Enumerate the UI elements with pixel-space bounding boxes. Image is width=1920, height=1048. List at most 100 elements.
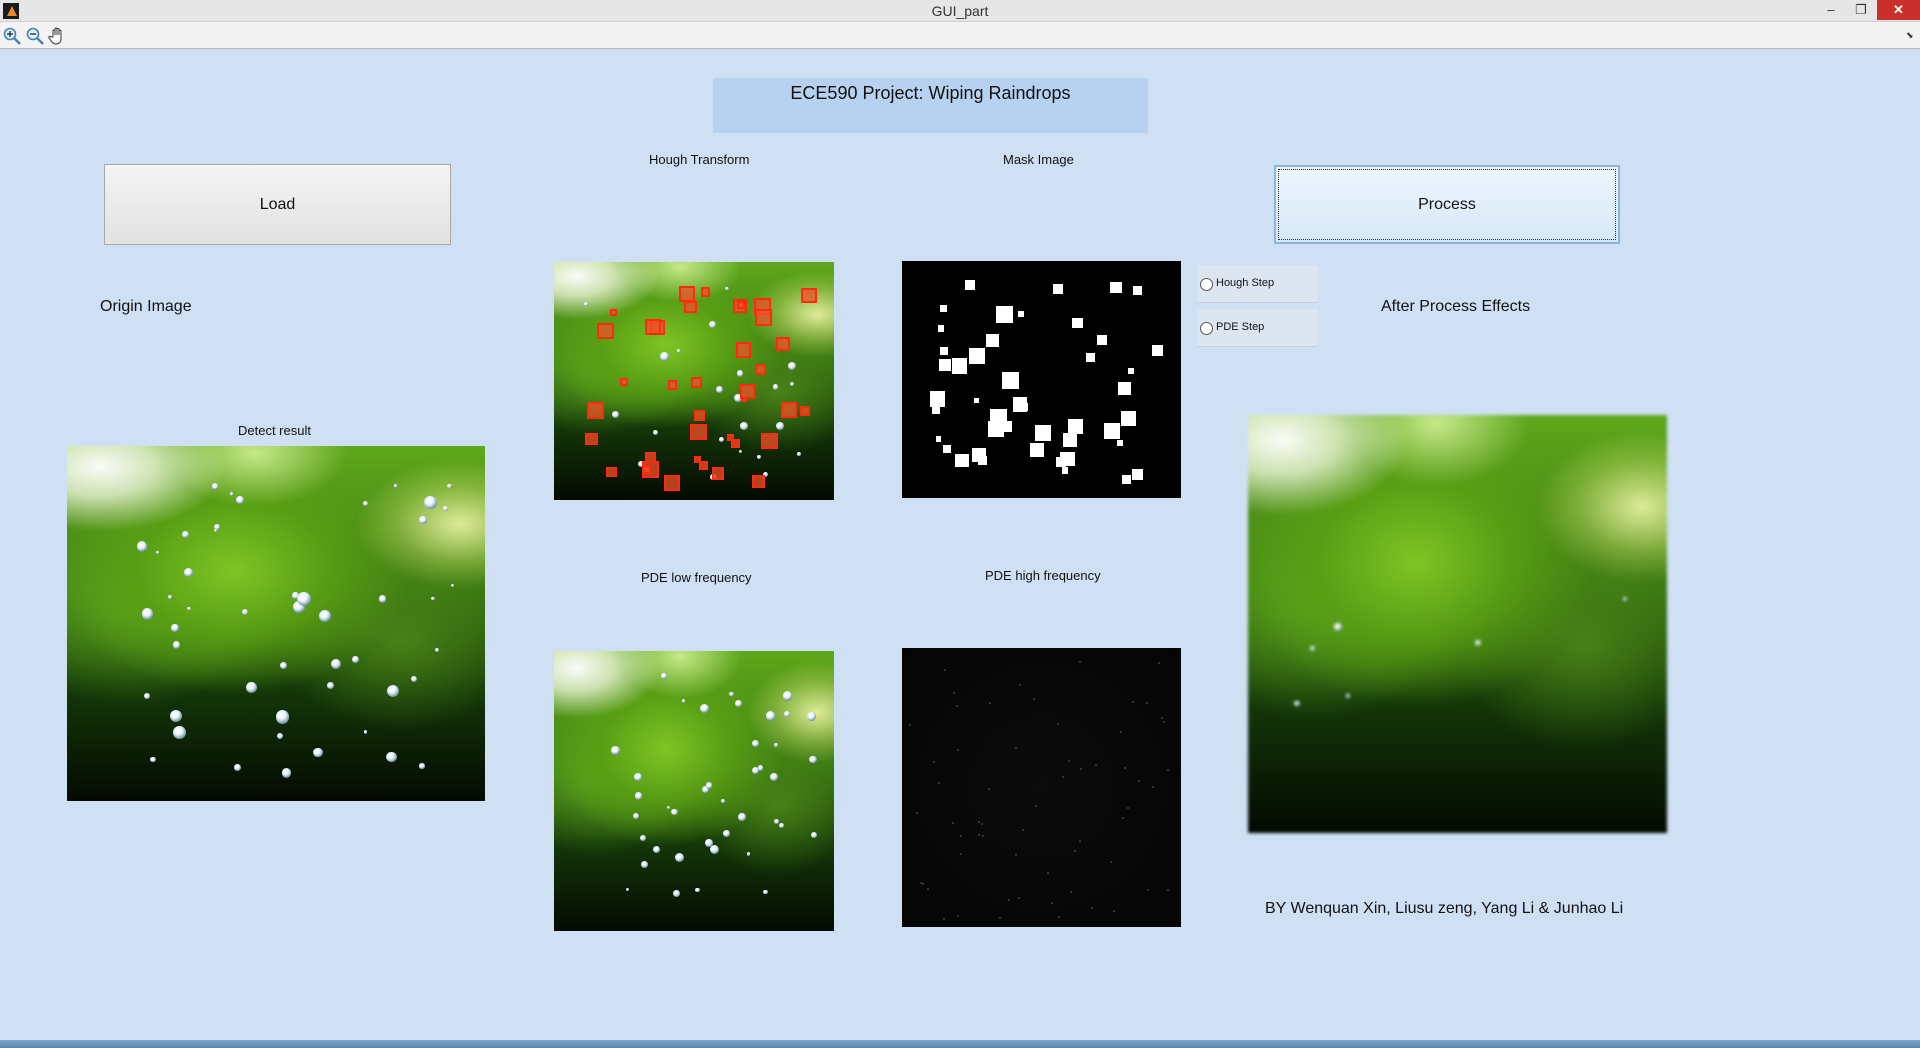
hough-detection-box [700,287,711,297]
raindrop [673,890,680,897]
noise-speck [956,704,959,707]
noise-speck [980,823,983,826]
raindrop [171,624,179,632]
hough-step-label: Hough Step [1216,277,1275,289]
toolbar-dock-arrow[interactable]: ⬊ [1906,30,1914,41]
raindrop [796,451,801,456]
raindrop [168,595,173,600]
raindrop [740,422,748,430]
page-title: ECE590 Project: Wiping Raindrops [790,83,1071,103]
zoom-in-icon[interactable] [2,26,22,46]
hough-detection-box [776,336,791,351]
mask-region [937,325,945,332]
raindrop [772,384,779,390]
minimize-button[interactable]: – [1818,0,1844,20]
process-button[interactable]: Process [1274,165,1620,244]
raindrop [776,421,785,430]
noise-speck [1007,898,1010,901]
hough-detection-box [619,377,628,387]
pde-step-label: PDE Step [1216,321,1265,333]
hough-detection-box [668,380,678,390]
hough-step-radio[interactable]: Hough Step [1197,265,1318,303]
mask-region [940,347,948,355]
noise-speck [989,701,992,704]
noise-speck [1061,776,1064,779]
noise-speck [1167,768,1170,771]
noise-speck [957,748,960,751]
hough-detection-box [691,377,702,388]
pde-step-radio[interactable]: PDE Step [1197,309,1318,347]
raindrop [246,682,258,694]
pde-low-frequency-label: PDE low frequency [641,570,752,585]
noise-speck [1047,871,1050,874]
radio-circle-icon[interactable] [1200,322,1213,335]
radio-circle-icon[interactable] [1200,278,1213,291]
noise-speck [1146,702,1149,705]
mask-region [1072,317,1083,328]
mask-region [943,444,951,453]
mask-region [1103,423,1120,440]
raindrop [676,348,681,353]
mask-region [1013,397,1028,412]
window-title: GUI_part [931,3,989,19]
hough-detection-box [641,464,652,475]
raindrop [1474,639,1481,647]
raindrop [705,839,713,847]
raindrop [431,596,435,601]
raindrop [639,834,646,842]
mask-region [1132,286,1142,296]
close-button[interactable]: ✕ [1877,0,1920,20]
zoom-out-icon[interactable] [25,26,45,46]
mask-region [935,436,941,442]
mask-region [1062,432,1077,447]
hough-transform-label: Hough Transform [649,152,750,167]
raindrop [211,483,218,490]
hough-detection-box [754,309,772,326]
noise-speck [953,692,956,695]
noise-speck [943,918,946,921]
noise-speck [926,888,929,891]
raindrop [659,352,669,362]
mask-region [1061,467,1069,474]
mask-region [1120,411,1136,426]
noise-speck [1151,786,1154,789]
raindrop [386,684,400,698]
raindrop [736,370,743,377]
noise-speck [1078,840,1081,843]
raindrop [738,449,743,454]
raindrop [778,823,785,829]
noise-speck [1015,746,1018,749]
hough-detection-box [693,410,705,422]
raindrop [695,888,700,893]
raindrop [434,647,439,652]
hough-detection-box [730,439,740,449]
mask-region [964,280,975,291]
hough-detection-box [694,455,701,463]
hough-detection-box [645,452,656,463]
raindrop [447,483,452,489]
raindrop [807,712,817,722]
load-button[interactable]: Load [104,164,451,245]
raindrop [229,492,234,496]
noise-speck [1074,849,1077,852]
noise-speck [977,834,980,837]
raindrop [1623,596,1628,601]
raindrop [784,711,791,718]
raindrop [297,591,312,606]
maximize-button[interactable]: ❐ [1848,0,1874,20]
hough-detection-box [645,318,662,335]
hough-transform-image [554,262,834,500]
noise-speck [977,821,980,824]
mask-region [1097,335,1108,346]
raindrop [709,320,717,328]
raindrop [766,711,776,721]
raindrop [700,703,710,714]
noise-speck [1160,716,1163,719]
noise-speck [1121,817,1124,820]
pan-hand-icon[interactable] [48,26,68,46]
raindrop [362,500,369,507]
noise-speck [1018,684,1021,687]
raindrop [746,852,751,856]
raindrop [787,362,797,371]
hough-detection-box [684,300,697,314]
